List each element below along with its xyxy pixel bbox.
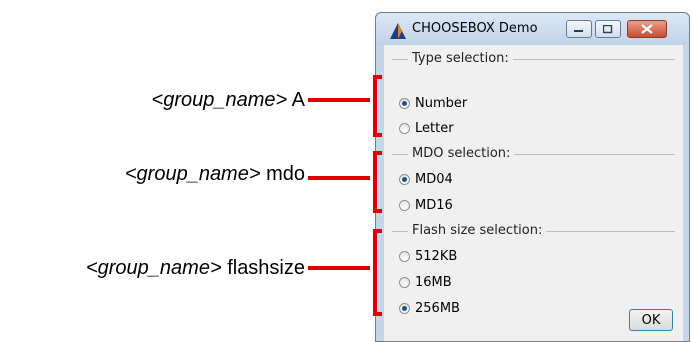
annotation-bracket bbox=[373, 151, 382, 213]
radio-label: Letter bbox=[415, 121, 454, 136]
radio-unselected-icon bbox=[399, 251, 410, 262]
annotation-group-mdo: <group_name> mdo bbox=[40, 163, 305, 186]
ok-button[interactable]: OK bbox=[629, 309, 673, 331]
minimize-button[interactable] bbox=[566, 20, 592, 38]
close-button[interactable] bbox=[627, 20, 667, 38]
group-label: MDO selection: bbox=[408, 146, 515, 161]
radio-256mb[interactable]: 256MB bbox=[399, 301, 460, 316]
title-bar[interactable]: CHOOSEBOX Demo bbox=[376, 13, 689, 45]
annotation-name: flashsize bbox=[227, 257, 305, 279]
radio-selected-icon bbox=[399, 174, 410, 185]
annotation-group-flashsize: <group_name> flashsize bbox=[5, 257, 305, 280]
group-label: Flash size selection: bbox=[408, 223, 547, 238]
radio-label: 16MB bbox=[415, 275, 452, 290]
annotation-tag: <group_name> bbox=[124, 163, 261, 185]
close-icon bbox=[628, 21, 666, 37]
maximize-icon bbox=[596, 21, 620, 37]
radio-512kb[interactable]: 512KB bbox=[399, 249, 457, 264]
annotation-group-a: <group_name> A bbox=[95, 89, 305, 112]
radio-label: 512KB bbox=[415, 249, 458, 264]
window-title: CHOOSEBOX Demo bbox=[412, 21, 538, 36]
radio-label: MD16 bbox=[415, 198, 453, 213]
annotation-arrow bbox=[308, 98, 370, 102]
maximize-button[interactable] bbox=[595, 20, 621, 38]
annotation-arrow bbox=[308, 176, 370, 180]
radio-md04[interactable]: MD04 bbox=[399, 172, 453, 187]
annotation-name: mdo bbox=[266, 163, 305, 185]
radio-letter[interactable]: Letter bbox=[399, 121, 454, 136]
radio-unselected-icon bbox=[399, 200, 410, 211]
annotation-name: A bbox=[291, 89, 305, 111]
annotation-bracket bbox=[373, 229, 382, 316]
type-selection-group: Type selection: bbox=[388, 51, 675, 127]
choosebox-window: CHOOSEBOX Demo Type selection: Number Le… bbox=[375, 12, 690, 342]
radio-label: 256MB bbox=[415, 301, 460, 316]
app-icon bbox=[390, 23, 406, 39]
annotation-arrow bbox=[308, 266, 370, 270]
radio-label: Number bbox=[415, 96, 468, 111]
radio-16mb[interactable]: 16MB bbox=[399, 275, 452, 290]
radio-md16[interactable]: MD16 bbox=[399, 198, 453, 213]
radio-label: MD04 bbox=[415, 172, 453, 187]
radio-unselected-icon bbox=[399, 123, 410, 134]
client-area: Type selection: Number Letter MDO select… bbox=[384, 45, 683, 341]
group-label: Type selection: bbox=[408, 51, 513, 66]
radio-unselected-icon bbox=[399, 277, 410, 288]
annotation-tag: <group_name> bbox=[85, 257, 222, 279]
minimize-icon bbox=[567, 21, 591, 37]
radio-selected-icon bbox=[399, 98, 410, 109]
annotation-bracket bbox=[373, 75, 382, 137]
radio-number[interactable]: Number bbox=[399, 96, 467, 111]
annotation-tag: <group_name> bbox=[151, 89, 288, 111]
radio-selected-icon bbox=[399, 303, 410, 314]
